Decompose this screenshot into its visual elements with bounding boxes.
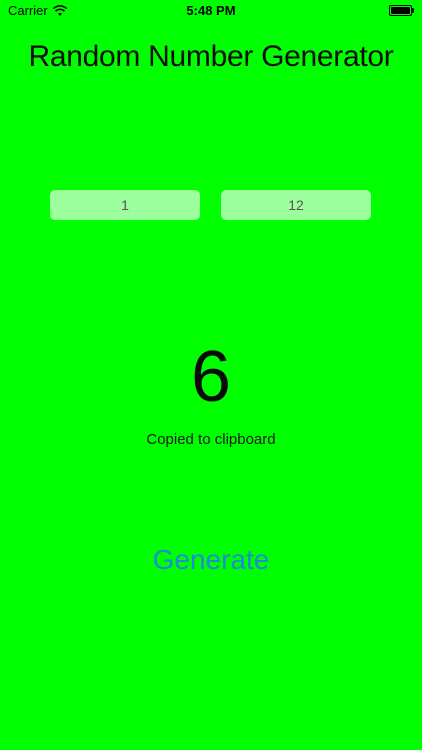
status-bar: Carrier 5:48 PM (0, 0, 422, 22)
copied-status-text: Copied to clipboard (146, 431, 276, 448)
result-number: 6 (190, 337, 232, 417)
range-min-input[interactable] (50, 190, 200, 220)
range-max-input[interactable] (221, 190, 371, 220)
status-time: 5:48 PM (186, 3, 236, 18)
battery-level (391, 7, 410, 14)
battery-icon (389, 5, 414, 16)
app-title: Random Number Generator (28, 40, 394, 73)
generate-button[interactable]: Generate (111, 540, 311, 580)
